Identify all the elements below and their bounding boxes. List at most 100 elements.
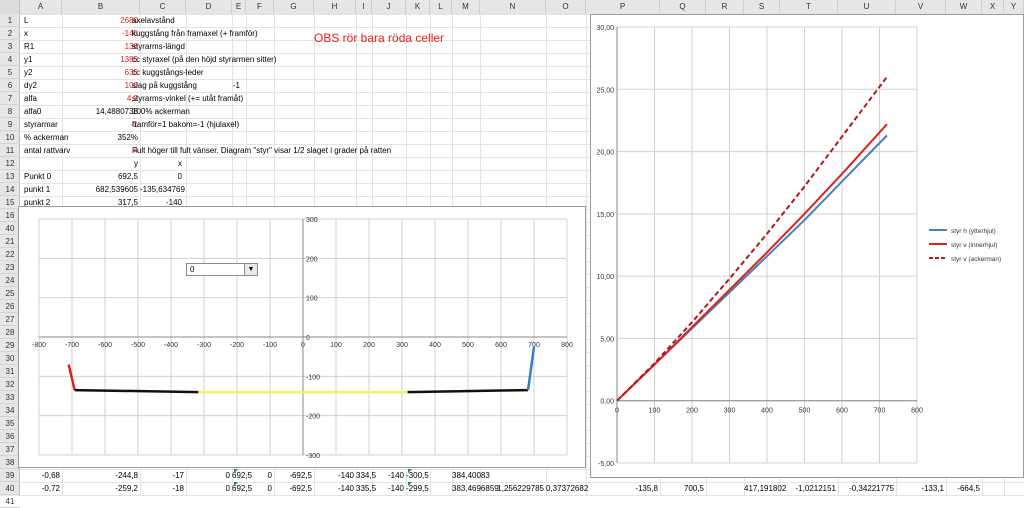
row-header[interactable]: 34 bbox=[0, 404, 20, 417]
row-header[interactable]: 26 bbox=[0, 300, 20, 313]
row-header[interactable]: 40 bbox=[0, 222, 20, 235]
row-header[interactable]: 22 bbox=[0, 248, 20, 261]
row-header[interactable]: 13 bbox=[0, 170, 20, 183]
column-header-p[interactable]: P bbox=[586, 0, 660, 14]
cell-c[interactable]: kuggstång från framaxel (+ framför) bbox=[132, 27, 258, 40]
column-header-h[interactable]: H bbox=[314, 0, 356, 14]
cell-a[interactable]: L bbox=[24, 14, 28, 27]
cell-bottom[interactable]: 384,40083 bbox=[452, 469, 490, 482]
column-header-c[interactable]: C bbox=[140, 0, 186, 14]
row-header[interactable]: 38 bbox=[0, 456, 20, 469]
cell-bottom[interactable]: 0 bbox=[186, 482, 230, 495]
row-header[interactable]: 4 bbox=[0, 53, 20, 66]
cell-bottom[interactable]: -244,8 bbox=[62, 469, 138, 482]
cell-c[interactable]: 100% ackerman bbox=[132, 105, 190, 118]
column-header-x[interactable]: X bbox=[982, 0, 1004, 14]
cell-bottom[interactable]: 0 bbox=[246, 482, 272, 495]
cell-c[interactable]: framför=1 bakom=-1 (hjulaxel) bbox=[132, 118, 239, 131]
row-header[interactable]: 11 bbox=[0, 144, 20, 157]
cell-bottom[interactable]: -259,2 bbox=[62, 482, 138, 495]
row-header[interactable]: 14 bbox=[0, 183, 20, 196]
row-header[interactable]: 21 bbox=[0, 235, 20, 248]
cell-b[interactable]: -1 bbox=[62, 118, 138, 131]
cell-bottom[interactable]: -133,1 bbox=[896, 482, 944, 495]
cell-bottom[interactable]: -692,5 bbox=[274, 469, 312, 482]
cell-c[interactable]: 0 bbox=[140, 170, 182, 183]
row-header[interactable]: 5 bbox=[0, 66, 20, 79]
row-header[interactable]: 39 bbox=[0, 469, 20, 482]
geo-series-1[interactable] bbox=[74, 388, 199, 394]
row-header[interactable]: 29 bbox=[0, 339, 20, 352]
row-header[interactable]: 28 bbox=[0, 326, 20, 339]
cell-bottom[interactable]: -140 bbox=[314, 469, 354, 482]
cell-c[interactable]: -135,634769 bbox=[140, 183, 185, 196]
row-header[interactable]: 1 bbox=[0, 14, 20, 27]
cell-c[interactable]: cc styraxel (på den höjd styrarmen sitte… bbox=[132, 53, 277, 66]
column-header-t[interactable]: T bbox=[780, 0, 838, 14]
row-header[interactable]: 31 bbox=[0, 365, 20, 378]
cell-bottom[interactable]: 700,5 bbox=[660, 482, 704, 495]
cell-bottom[interactable]: 335,5 bbox=[356, 482, 376, 495]
cell-bottom[interactable]: -135,8 bbox=[586, 482, 658, 495]
cell-bottom[interactable]: 0 bbox=[246, 469, 272, 482]
row-header[interactable]: 7 bbox=[0, 92, 20, 105]
cell-bottom[interactable]: -0,68 bbox=[20, 469, 60, 482]
row-header[interactable]: 40 bbox=[0, 482, 20, 495]
steering-chart[interactable]: 010020030040050060070080030,0025,0020,00… bbox=[590, 14, 1024, 478]
cell-bottom[interactable]: -140 bbox=[372, 482, 404, 495]
cell-b[interactable]: 100 bbox=[62, 79, 138, 92]
column-header-o[interactable]: O bbox=[546, 0, 586, 14]
cell-bottom[interactable]: -17 bbox=[140, 469, 184, 482]
cell-bottom[interactable]: -0,34221775 bbox=[838, 482, 894, 495]
cell-e[interactable]: -1 bbox=[186, 79, 240, 92]
cell-bottom[interactable]: -140 bbox=[314, 482, 354, 495]
cell-bottom[interactable]: -18 bbox=[140, 482, 184, 495]
column-header-s[interactable]: S bbox=[744, 0, 780, 14]
cell-b[interactable]: 1385 bbox=[62, 53, 138, 66]
row-header[interactable]: 24 bbox=[0, 274, 20, 287]
cell-bottom[interactable]: 334,5 bbox=[356, 469, 376, 482]
column-header-j[interactable]: J bbox=[372, 0, 406, 14]
row-header[interactable]: 2 bbox=[0, 27, 20, 40]
cell-c[interactable]: Fult höger till fult vänser. Diagram "st… bbox=[132, 144, 391, 157]
row-header[interactable]: 6 bbox=[0, 79, 20, 92]
cell-a[interactable]: dy2 bbox=[24, 79, 37, 92]
cell-b[interactable]: y bbox=[62, 157, 138, 170]
cell-c[interactable]: styrarms-längd bbox=[132, 40, 185, 53]
row-header[interactable]: 9 bbox=[0, 118, 20, 131]
cell-a[interactable]: punkt 1 bbox=[24, 183, 50, 196]
cell-bottom[interactable]: -692,5 bbox=[274, 482, 312, 495]
column-header-e[interactable]: E bbox=[232, 0, 246, 14]
cell-b[interactable]: 2680 bbox=[62, 14, 138, 27]
row-header[interactable]: 36 bbox=[0, 430, 20, 443]
cell-b[interactable]: 682,539605 bbox=[62, 183, 138, 196]
column-header-u[interactable]: U bbox=[838, 0, 896, 14]
cell-a[interactable]: R1 bbox=[24, 40, 34, 53]
cell-c[interactable]: x bbox=[140, 157, 182, 170]
cell-a[interactable]: x bbox=[24, 27, 28, 40]
styr-series-2[interactable] bbox=[616, 76, 888, 402]
geo-series-3[interactable] bbox=[407, 388, 529, 394]
cell-c[interactable]: axelavstånd bbox=[132, 14, 175, 27]
row-header[interactable]: 32 bbox=[0, 378, 20, 391]
cell-a[interactable]: Punkt 0 bbox=[24, 170, 51, 183]
cell-c[interactable]: styrarms-vinkel (+= utåt framåt) bbox=[132, 92, 243, 105]
column-header-r[interactable]: R bbox=[706, 0, 744, 14]
column-header-a[interactable]: A bbox=[20, 0, 62, 14]
column-header-m[interactable]: M bbox=[452, 0, 480, 14]
column-header-w[interactable]: W bbox=[946, 0, 982, 14]
cell-c[interactable]: cc kuggstångs-leder bbox=[132, 66, 204, 79]
cell-a[interactable]: y1 bbox=[24, 53, 32, 66]
row-header[interactable]: 35 bbox=[0, 417, 20, 430]
column-header-k[interactable]: K bbox=[406, 0, 430, 14]
row-header[interactable]: 37 bbox=[0, 443, 20, 456]
row-header[interactable]: 15 bbox=[0, 196, 20, 209]
column-header-l[interactable]: L bbox=[430, 0, 452, 14]
geo-series-4[interactable] bbox=[526, 346, 536, 391]
row-header[interactable]: 30 bbox=[0, 352, 20, 365]
row-header[interactable]: 10 bbox=[0, 131, 20, 144]
cell-b[interactable]: 352% bbox=[62, 131, 138, 144]
column-header-v[interactable]: V bbox=[896, 0, 946, 14]
cell-bottom[interactable]: -1,0212151 bbox=[780, 482, 836, 495]
row-header[interactable]: 33 bbox=[0, 391, 20, 404]
